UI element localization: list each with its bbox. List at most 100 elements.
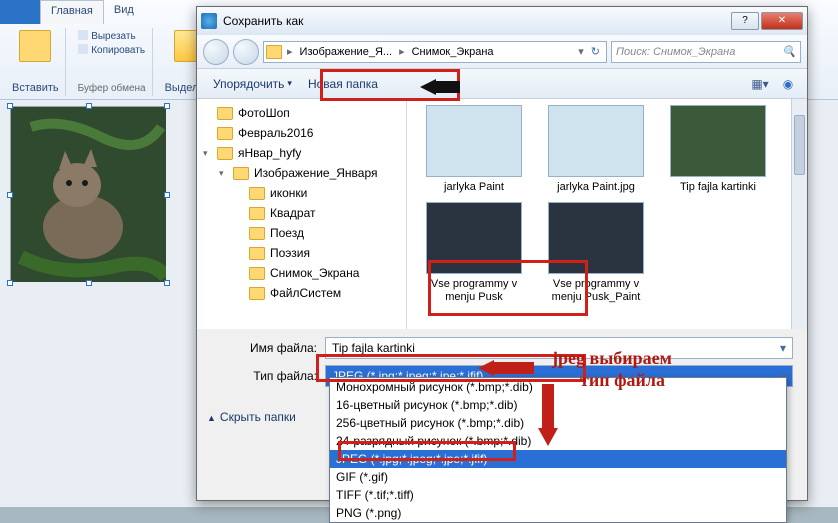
copy-button[interactable]: Копировать: [78, 44, 145, 56]
tab-main[interactable]: Главная: [40, 0, 104, 24]
help-button[interactable]: ?: [731, 12, 759, 30]
file-item[interactable]: jarlyka Paint.jpg: [541, 105, 651, 194]
chevron-up-icon: [207, 410, 216, 424]
paste-button[interactable]: Вставить: [12, 82, 59, 94]
scrollbar[interactable]: [791, 99, 807, 329]
folder-icon: [249, 227, 265, 240]
folder-icon: [217, 107, 233, 120]
breadcrumb-seg[interactable]: Снимок_Экрана: [408, 46, 498, 58]
tree-node[interactable]: ФотоШоп: [197, 103, 406, 123]
cat-image: [11, 107, 166, 282]
nav-row: ▸ Изображение_Я... ▸ Снимок_Экрана ▾ ↻ П…: [197, 35, 807, 69]
ribbon-app-button[interactable]: [0, 0, 40, 24]
search-input[interactable]: Поиск: Снимок_Экрана 🔍: [611, 41, 801, 63]
folder-tree[interactable]: ФотоШоп Февраль2016 ▾ яНвар_hyfy ▾Изображени…: [197, 99, 407, 329]
resize-handle[interactable]: [164, 103, 170, 109]
dialog-title: Сохранить как: [223, 14, 303, 28]
tree-node[interactable]: иконки: [197, 183, 406, 203]
file-name: Vse programmy v menju Pusk: [419, 278, 529, 304]
tree-node[interactable]: Поезд: [197, 223, 406, 243]
tree-label: ФотоШоп: [238, 106, 290, 120]
tree-node[interactable]: Снимок_Экрана: [197, 263, 406, 283]
filetype-option[interactable]: 256-цветный рисунок (*.bmp;*.dib): [330, 414, 786, 432]
file-thumbnail: [426, 202, 522, 274]
file-item[interactable]: Vse programmy v menju Pusk_Paint: [541, 202, 651, 304]
tree-node[interactable]: ▾ яНвар_hyfy: [197, 143, 406, 163]
file-name: Tip fajla kartinki: [663, 181, 773, 194]
file-list[interactable]: jarlyka Paint jarlyka Paint.jpg Tip fajla …: [407, 99, 807, 329]
resize-handle[interactable]: [7, 192, 13, 198]
refresh-icon[interactable]: ↻: [587, 45, 604, 58]
filetype-option[interactable]: GIF (*.gif): [330, 468, 786, 486]
tree-label: Квадрат: [270, 206, 316, 220]
canvas-image[interactable]: [10, 106, 165, 281]
file-thumbnail: [670, 105, 766, 177]
tree-node[interactable]: Поэзия: [197, 243, 406, 263]
chevron-down-icon[interactable]: ▾: [575, 45, 587, 58]
organize-button[interactable]: Упорядочить▾: [205, 74, 300, 94]
tree-node[interactable]: Квадрат: [197, 203, 406, 223]
folder-icon: [249, 187, 265, 200]
scroll-thumb[interactable]: [794, 115, 805, 175]
file-item[interactable]: Tip fajla kartinki: [663, 105, 773, 194]
filetype-dropdown[interactable]: Монохромный рисунок (*.bmp;*.dib)16-цвет…: [329, 377, 787, 523]
app-icon: [201, 13, 217, 29]
file-thumbnail: [548, 202, 644, 274]
tree-node[interactable]: Февраль2016: [197, 123, 406, 143]
tree-label: Снимок_Экрана: [270, 266, 359, 280]
file-item[interactable]: Vse programmy v menju Pusk: [419, 202, 529, 304]
breadcrumb-seg[interactable]: Изображение_Я...: [296, 46, 397, 58]
filetype-option[interactable]: 24-разрядный рисунок (*.bmp;*.dib): [330, 432, 786, 450]
folder-icon: [266, 45, 282, 59]
filename-label: Имя файла:: [237, 341, 317, 355]
file-item[interactable]: jarlyka Paint: [419, 105, 529, 194]
filetype-option[interactable]: 16-цветный рисунок (*.bmp;*.dib): [330, 396, 786, 414]
view-button[interactable]: ▦▾: [749, 74, 771, 94]
close-button[interactable]: ✕: [761, 12, 803, 30]
resize-handle[interactable]: [7, 103, 13, 109]
tree-label: ФайлСистем: [270, 286, 341, 300]
tab-view[interactable]: Вид: [104, 0, 144, 24]
file-thumbnail: [426, 105, 522, 177]
tree-label: Поезд: [270, 226, 304, 240]
resize-handle[interactable]: [164, 280, 170, 286]
tree-label: иконки: [270, 186, 307, 200]
help-icon[interactable]: ◉: [777, 74, 799, 94]
resize-handle[interactable]: [7, 280, 13, 286]
file-name: jarlyka Paint: [419, 181, 529, 194]
group-clipboard-label: Буфер обмена: [78, 83, 146, 94]
tree-node[interactable]: ФайлСистем: [197, 283, 406, 303]
folder-icon: [217, 127, 233, 140]
filetype-option[interactable]: TIFF (*.tif;*.tiff): [330, 486, 786, 504]
folder-icon: [249, 207, 265, 220]
folder-icon: [249, 267, 265, 280]
save-as-dialog: Сохранить как ? ✕ ▸ Изображение_Я... ▸ С…: [196, 6, 808, 501]
file-name: Vse programmy v menju Pusk_Paint: [541, 278, 651, 304]
expand-icon[interactable]: ▾: [219, 168, 229, 179]
tree-label: яНвар_hyfy: [238, 146, 301, 160]
forward-button[interactable]: [233, 39, 259, 65]
cut-button[interactable]: Вырезать: [78, 30, 145, 42]
filetype-label: Тип файла:: [237, 369, 317, 383]
tree-node[interactable]: ▾Изображение_Января: [197, 163, 406, 183]
titlebar[interactable]: Сохранить как ? ✕: [197, 7, 807, 35]
folder-icon: [233, 167, 249, 180]
search-placeholder: Поиск: Снимок_Экрана: [616, 46, 735, 58]
toolbar: Упорядочить▾ Новая папка ▦▾ ◉: [197, 69, 807, 99]
file-name: jarlyka Paint.jpg: [541, 181, 651, 194]
new-folder-button[interactable]: Новая папка: [300, 74, 386, 94]
filetype-option[interactable]: Монохромный рисунок (*.bmp;*.dib): [330, 378, 786, 396]
address-bar[interactable]: ▸ Изображение_Я... ▸ Снимок_Экрана ▾ ↻: [263, 41, 607, 63]
tree-label: Поэзия: [270, 246, 310, 260]
filename-input[interactable]: Tip fajla kartinki: [325, 337, 793, 359]
filetype-option[interactable]: JPEG (*.jpg;*.jpeg;*.jpe;*.jfif): [330, 450, 786, 468]
expand-icon[interactable]: ▾: [203, 148, 213, 159]
resize-handle[interactable]: [86, 280, 92, 286]
resize-handle[interactable]: [164, 192, 170, 198]
chevron-right-icon: ▸: [284, 45, 296, 58]
paste-icon[interactable]: [19, 30, 51, 62]
hide-folders-button[interactable]: Скрыть папки: [207, 410, 296, 424]
resize-handle[interactable]: [86, 103, 92, 109]
folder-icon: [249, 287, 265, 300]
back-button[interactable]: [203, 39, 229, 65]
